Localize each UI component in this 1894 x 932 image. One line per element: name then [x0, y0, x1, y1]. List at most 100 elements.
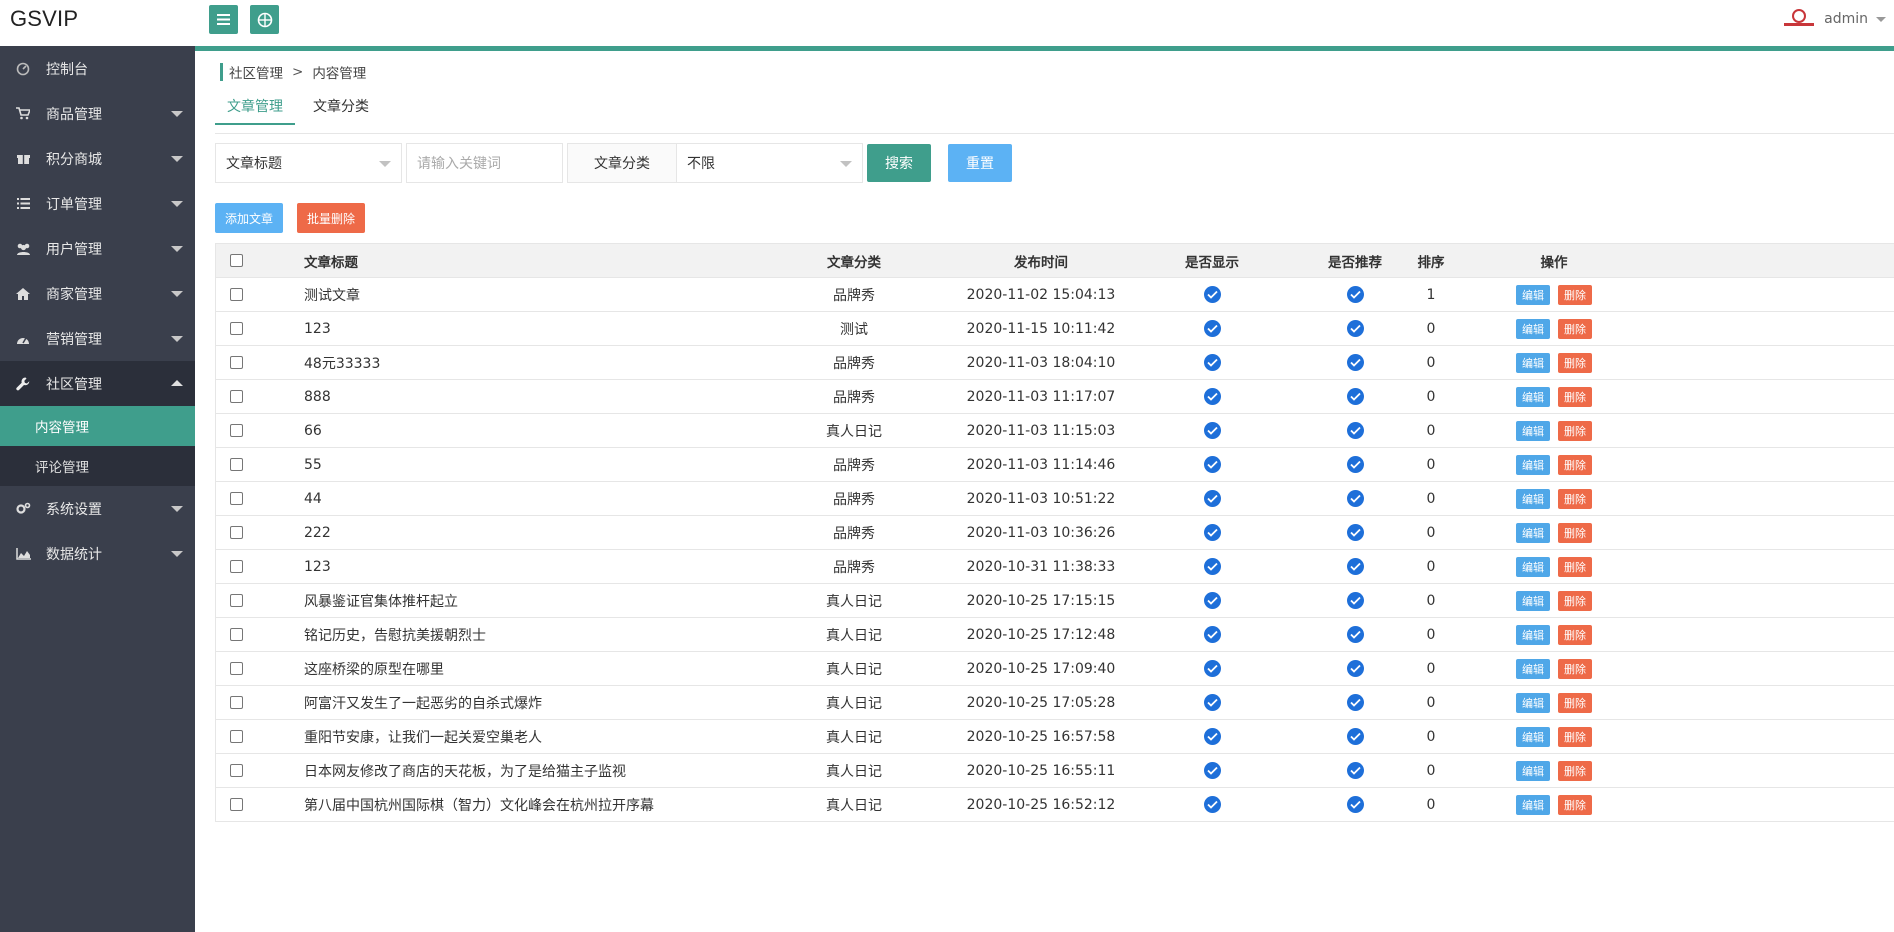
recommend-check-icon[interactable]	[1346, 456, 1364, 473]
header-category[interactable]: 文章分类	[794, 244, 914, 277]
recommend-check-icon[interactable]	[1346, 388, 1364, 405]
sidebar-item-dashboard[interactable]: 控制台	[0, 46, 195, 91]
delete-button[interactable]: 删除	[1558, 284, 1592, 305]
recommend-check-icon[interactable]	[1346, 592, 1364, 609]
recommend-check-icon[interactable]	[1346, 660, 1364, 677]
recommend-check-icon[interactable]	[1346, 286, 1364, 303]
show-check-icon[interactable]	[1203, 728, 1221, 745]
show-check-icon[interactable]	[1203, 490, 1221, 507]
delete-button[interactable]: 删除	[1558, 454, 1592, 475]
row-checkbox[interactable]	[230, 526, 243, 539]
recommend-check-icon[interactable]	[1346, 728, 1364, 745]
sidebar-subitem-content[interactable]: 内容管理	[0, 406, 195, 446]
edit-button[interactable]: 编辑	[1516, 386, 1550, 407]
show-check-icon[interactable]	[1203, 524, 1221, 541]
header-sort[interactable]: 排序	[1371, 244, 1491, 277]
keyword-input[interactable]: 请输入关键词	[406, 143, 563, 183]
show-check-icon[interactable]	[1203, 626, 1221, 643]
row-checkbox[interactable]	[230, 798, 243, 811]
edit-button[interactable]: 编辑	[1516, 794, 1550, 815]
delete-button[interactable]: 删除	[1558, 692, 1592, 713]
sidebar-item-merchants[interactable]: 商家管理	[0, 271, 195, 316]
sidebar-item-marketing[interactable]: 营销管理	[0, 316, 195, 361]
edit-button[interactable]: 编辑	[1516, 556, 1550, 577]
edit-button[interactable]: 编辑	[1516, 760, 1550, 781]
delete-button[interactable]: 删除	[1558, 352, 1592, 373]
delete-button[interactable]: 删除	[1558, 488, 1592, 509]
recommend-check-icon[interactable]	[1346, 524, 1364, 541]
recommend-check-icon[interactable]	[1346, 558, 1364, 575]
sidebar-item-statistics[interactable]: 数据统计	[0, 531, 195, 576]
show-check-icon[interactable]	[1203, 592, 1221, 609]
search-button[interactable]: 搜索	[867, 144, 931, 182]
sidebar-item-users[interactable]: 用户管理	[0, 226, 195, 271]
edit-button[interactable]: 编辑	[1516, 488, 1550, 509]
row-checkbox[interactable]	[230, 662, 243, 675]
sidebar-item-points-mall[interactable]: 积分商城	[0, 136, 195, 181]
tab-articles[interactable]: 文章管理	[215, 93, 295, 125]
edit-button[interactable]: 编辑	[1516, 692, 1550, 713]
header-show[interactable]: 是否显示	[1152, 244, 1272, 277]
row-checkbox[interactable]	[230, 390, 243, 403]
row-checkbox[interactable]	[230, 560, 243, 573]
tab-categories[interactable]: 文章分类	[301, 93, 381, 125]
brand-logo[interactable]: GSVIP	[10, 6, 78, 32]
sidebar-item-settings[interactable]: 系统设置	[0, 486, 195, 531]
category-select[interactable]: 不限	[677, 143, 863, 183]
delete-button[interactable]: 删除	[1558, 658, 1592, 679]
recommend-check-icon[interactable]	[1346, 694, 1364, 711]
select-all-checkbox[interactable]	[230, 254, 243, 267]
reset-button[interactable]: 重置	[948, 144, 1012, 182]
add-article-button[interactable]: 添加文章	[215, 203, 284, 233]
show-check-icon[interactable]	[1203, 422, 1221, 439]
row-checkbox[interactable]	[230, 424, 243, 437]
header-time[interactable]: 发布时间	[941, 244, 1141, 277]
edit-button[interactable]: 编辑	[1516, 318, 1550, 339]
row-checkbox[interactable]	[230, 322, 243, 335]
edit-button[interactable]: 编辑	[1516, 590, 1550, 611]
field-select[interactable]: 文章标题	[215, 143, 402, 183]
sidebar-item-community[interactable]: 社区管理	[0, 361, 195, 406]
delete-button[interactable]: 删除	[1558, 624, 1592, 645]
row-checkbox[interactable]	[230, 628, 243, 641]
header-title[interactable]: 文章标题	[304, 244, 824, 277]
sidebar-item-products[interactable]: 商品管理	[0, 91, 195, 136]
menu-toggle-button[interactable]	[209, 5, 238, 34]
show-check-icon[interactable]	[1203, 694, 1221, 711]
sidebar-subitem-comments[interactable]: 评论管理	[0, 446, 195, 486]
edit-button[interactable]: 编辑	[1516, 284, 1550, 305]
delete-button[interactable]: 删除	[1558, 522, 1592, 543]
edit-button[interactable]: 编辑	[1516, 420, 1550, 441]
delete-button[interactable]: 删除	[1558, 726, 1592, 747]
edit-button[interactable]: 编辑	[1516, 726, 1550, 747]
show-check-icon[interactable]	[1203, 660, 1221, 677]
edit-button[interactable]: 编辑	[1516, 624, 1550, 645]
recommend-check-icon[interactable]	[1346, 796, 1364, 813]
bulk-delete-button[interactable]: 批量删除	[297, 203, 366, 233]
recommend-check-icon[interactable]	[1346, 762, 1364, 779]
row-checkbox[interactable]	[230, 594, 243, 607]
row-checkbox[interactable]	[230, 356, 243, 369]
row-checkbox[interactable]	[230, 288, 243, 301]
delete-button[interactable]: 删除	[1558, 420, 1592, 441]
recommend-check-icon[interactable]	[1346, 626, 1364, 643]
show-check-icon[interactable]	[1203, 320, 1221, 337]
recommend-check-icon[interactable]	[1346, 354, 1364, 371]
recommend-check-icon[interactable]	[1346, 490, 1364, 507]
recommend-check-icon[interactable]	[1346, 422, 1364, 439]
row-checkbox[interactable]	[230, 696, 243, 709]
delete-button[interactable]: 删除	[1558, 386, 1592, 407]
show-check-icon[interactable]	[1203, 796, 1221, 813]
sidebar-item-orders[interactable]: 订单管理	[0, 181, 195, 226]
show-check-icon[interactable]	[1203, 456, 1221, 473]
row-checkbox[interactable]	[230, 730, 243, 743]
delete-button[interactable]: 删除	[1558, 760, 1592, 781]
user-menu[interactable]: admin	[1782, 9, 1886, 29]
breadcrumb-parent[interactable]: 社区管理	[229, 62, 283, 82]
show-check-icon[interactable]	[1203, 762, 1221, 779]
show-check-icon[interactable]	[1203, 286, 1221, 303]
delete-button[interactable]: 删除	[1558, 794, 1592, 815]
show-check-icon[interactable]	[1203, 354, 1221, 371]
edit-button[interactable]: 编辑	[1516, 352, 1550, 373]
edit-button[interactable]: 编辑	[1516, 658, 1550, 679]
